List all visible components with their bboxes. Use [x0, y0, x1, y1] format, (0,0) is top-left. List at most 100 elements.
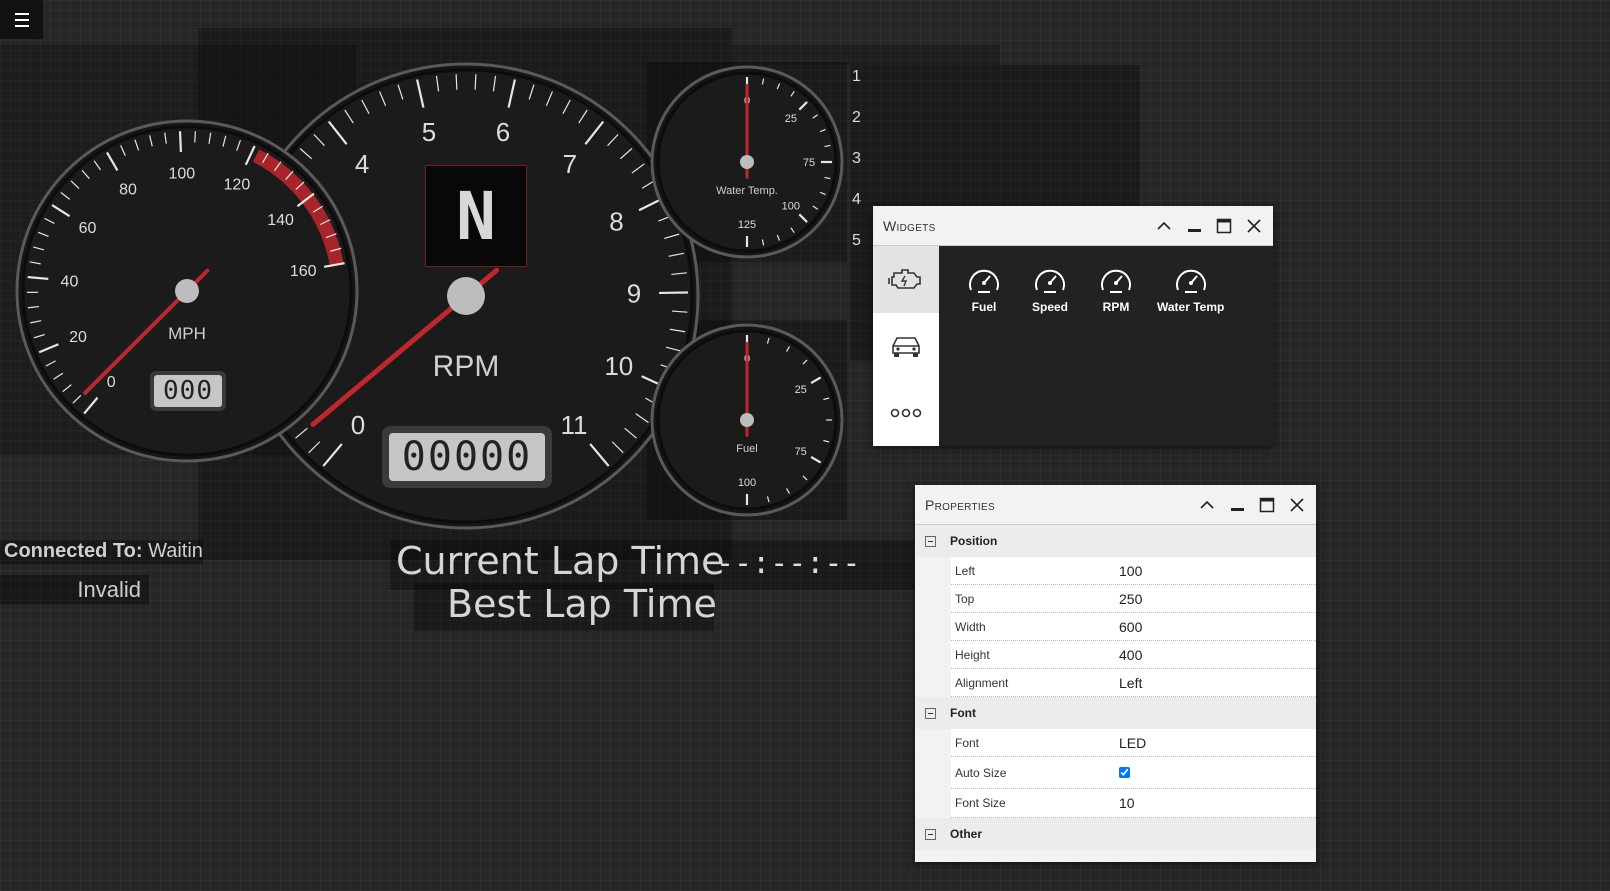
- connection-value: Waiting: [148, 540, 203, 562]
- prop-row-auto-size: Auto Size: [951, 757, 1316, 789]
- tick-label: 11: [560, 410, 587, 440]
- mph-odometer: 000: [150, 371, 226, 411]
- tick-label: 120: [224, 177, 251, 194]
- properties-window-title: Properties: [925, 496, 995, 513]
- minimize-button[interactable]: [1185, 217, 1203, 235]
- tick-label: 5: [422, 117, 436, 147]
- prop-row-font-size: Font Size 10: [951, 789, 1316, 818]
- mph-gauge: 0 20 40 60 80 100 120 140 160 MPH: [15, 119, 359, 463]
- minor-tick: [194, 131, 196, 143]
- section-font-header[interactable]: Font: [915, 697, 1316, 729]
- car-icon: [892, 337, 920, 357]
- collapse-button[interactable]: [1198, 496, 1216, 514]
- properties-window-titlebar[interactable]: Properties: [915, 485, 1316, 525]
- prop-value-font-size[interactable]: 10: [1119, 795, 1316, 811]
- menu-button[interactable]: [0, 0, 43, 39]
- section-title: Other: [950, 827, 983, 841]
- prop-value-alignment[interactable]: Left: [1119, 675, 1316, 691]
- rpm-odometer-value: 00000: [401, 434, 533, 480]
- list-item: 4: [852, 191, 861, 208]
- collapse-toggle-icon[interactable]: [925, 535, 936, 547]
- minimize-icon: [1231, 507, 1244, 511]
- prop-row-font: Font LED: [951, 729, 1316, 757]
- collapse-button[interactable]: [1155, 217, 1173, 235]
- close-button[interactable]: [1245, 217, 1263, 235]
- properties-window[interactable]: Properties Position Left 100 Top 250 Wid…: [915, 485, 1316, 862]
- tick-label: 25: [785, 113, 797, 125]
- close-button[interactable]: [1288, 496, 1306, 514]
- auto-size-checkbox[interactable]: [1119, 766, 1130, 778]
- needle-hub: [175, 279, 199, 303]
- collapse-toggle-icon[interactable]: [925, 828, 936, 840]
- maximize-button[interactable]: [1215, 217, 1233, 235]
- tick-label: 6: [496, 117, 510, 147]
- prop-name: Top: [955, 591, 975, 606]
- widget-item-label: Speed: [1031, 300, 1068, 314]
- gauge-label: MPH: [168, 324, 206, 343]
- prop-value-top[interactable]: 250: [1119, 591, 1316, 607]
- prop-value-height[interactable]: 400: [1119, 647, 1316, 663]
- current-lap-label: Current Lap Time: [396, 539, 725, 583]
- prop-value-left[interactable]: 100: [1119, 563, 1316, 579]
- needle-hub: [447, 277, 485, 315]
- tab-more[interactable]: [873, 379, 939, 446]
- lap-list: 1 2 3 4 5: [852, 66, 872, 271]
- gauge-label: Water Temp.: [716, 185, 778, 197]
- prop-row-left: Left 100: [951, 557, 1316, 585]
- prop-name: Left: [955, 563, 976, 578]
- gauge-icon: [1175, 269, 1206, 293]
- maximize-button[interactable]: [1258, 496, 1276, 514]
- maximize-icon: [1216, 218, 1232, 233]
- gauge-label: RPM: [433, 350, 500, 383]
- prop-value-width[interactable]: 600: [1119, 619, 1316, 635]
- gauge-icon: [1035, 269, 1065, 293]
- prop-name: Auto Size: [955, 765, 1007, 780]
- fuel-gauge: 02575100Fuel: [650, 323, 844, 517]
- major-tick: [178, 131, 183, 152]
- tick-label: 80: [119, 181, 137, 198]
- tick-label: 75: [795, 446, 807, 458]
- tick-label: 25: [795, 384, 807, 396]
- prop-row-width: Width 600: [951, 613, 1316, 641]
- engine-icon: [888, 269, 921, 290]
- more-icon: [890, 408, 922, 417]
- widget-item-label: Water Temp: [1157, 300, 1225, 314]
- gear-indicator: N: [456, 177, 496, 255]
- widgets-window[interactable]: Widgets Fuel Speed RPM Water Temp: [873, 206, 1273, 446]
- validity-status: Invalid: [0, 575, 149, 604]
- prop-name: Font: [955, 735, 980, 750]
- widget-item-label: RPM: [1102, 300, 1130, 314]
- collapse-toggle-icon[interactable]: [925, 707, 936, 719]
- widget-item-water-temp[interactable]: Water Temp: [1157, 266, 1224, 314]
- tick-label: 140: [267, 212, 294, 229]
- mph-odometer-value: 000: [163, 376, 213, 406]
- minimize-button[interactable]: [1228, 496, 1246, 514]
- gauge-icon: [1101, 269, 1131, 293]
- widget-item-rpm[interactable]: RPM: [1091, 266, 1141, 314]
- tab-car[interactable]: [873, 313, 939, 380]
- close-icon: [1290, 497, 1304, 512]
- gauge-label: Fuel: [736, 443, 757, 455]
- widgets-window-titlebar[interactable]: Widgets: [873, 206, 1273, 246]
- widget-item-fuel[interactable]: Fuel: [959, 266, 1009, 314]
- widget-item-speed[interactable]: Speed: [1025, 266, 1075, 314]
- tick-label: 10: [604, 351, 633, 381]
- gear-indicator-box: N: [425, 165, 527, 267]
- chevron-up-icon: [1157, 221, 1171, 230]
- connection-status: Connected To: Waiting: [0, 540, 203, 564]
- prop-name: Width: [955, 619, 986, 634]
- tab-engine[interactable]: [873, 246, 939, 313]
- gauge-icon: [969, 269, 999, 293]
- section-other-header[interactable]: Other: [915, 818, 1316, 850]
- section-position-header[interactable]: Position: [915, 525, 1316, 557]
- prop-row-height: Height 400: [951, 641, 1316, 669]
- prop-row-top: Top 250: [951, 585, 1316, 613]
- needle-hub: [740, 155, 754, 169]
- water-temp-gauge: 02575100125Water Temp.: [650, 65, 844, 259]
- tick-label: 7: [563, 149, 577, 179]
- list-item: 1: [852, 68, 861, 85]
- prop-value-font[interactable]: LED: [1119, 735, 1316, 751]
- tick-label: 75: [803, 157, 815, 169]
- tick-label: 100: [782, 201, 800, 213]
- tick-label: 0: [107, 374, 116, 391]
